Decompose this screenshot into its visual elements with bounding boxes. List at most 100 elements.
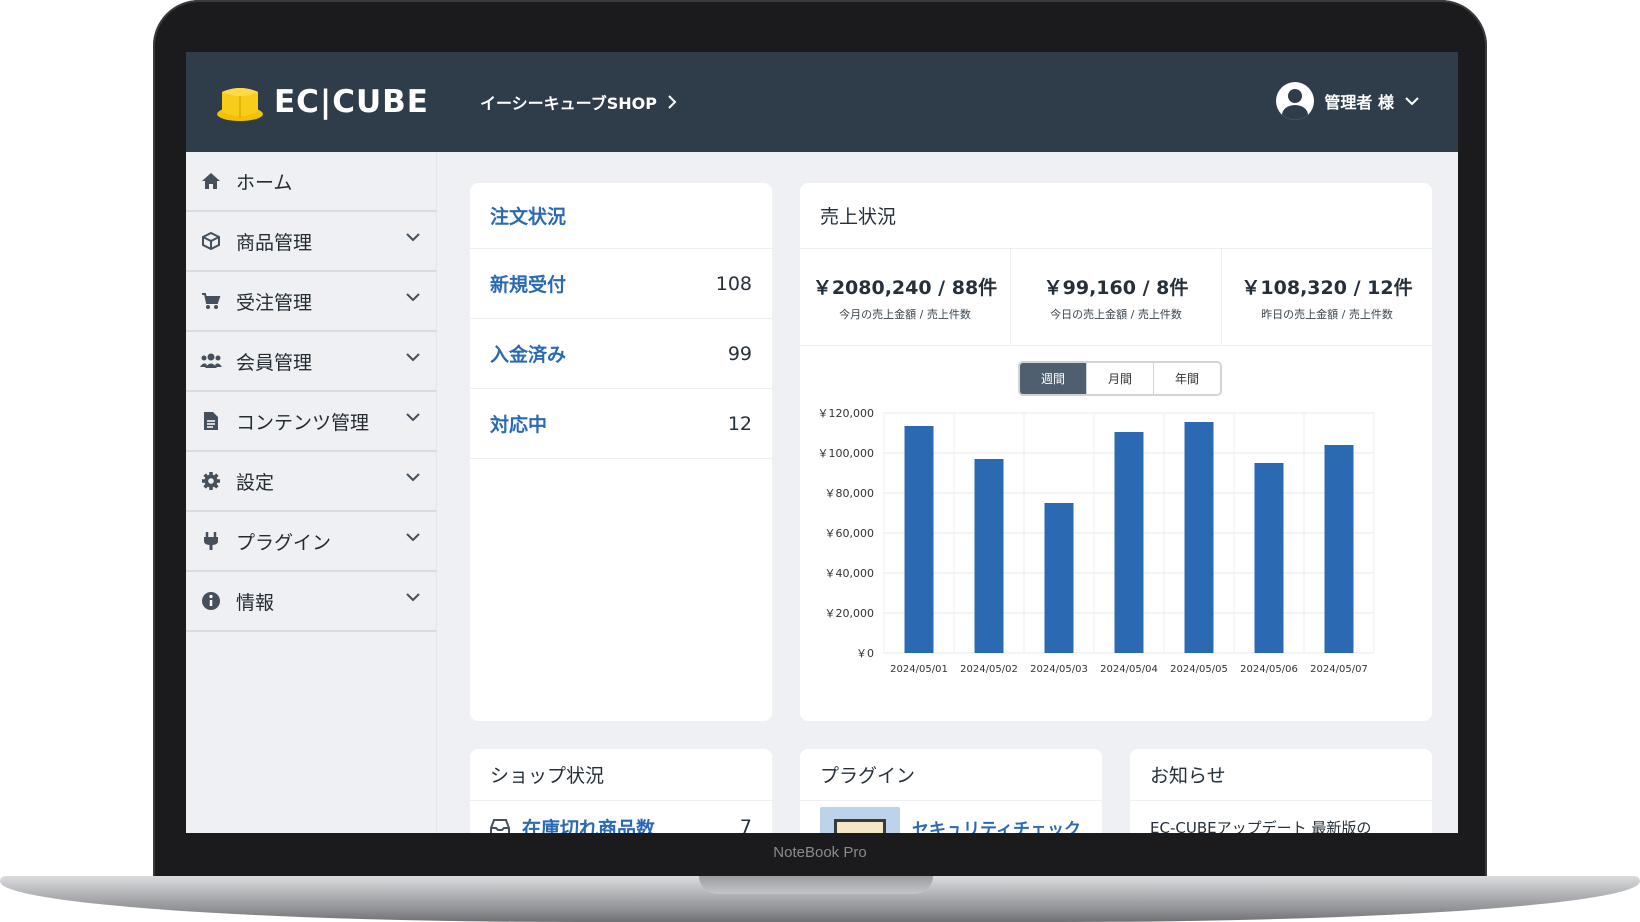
period-yearly-button[interactable]: 年間 <box>1154 363 1220 394</box>
stat-yesterday: ￥108,320 / 12件 昨日の売上金額 / 売上件数 <box>1222 249 1432 345</box>
laptop-notch <box>699 876 933 894</box>
home-icon <box>200 170 222 192</box>
top-bar: EC|CUBE イーシーキューブSHOP 管理者 様 <box>186 52 1458 152</box>
chevron-down-icon <box>1405 97 1419 106</box>
order-row-new[interactable]: 新規受付 108 <box>470 249 772 319</box>
plugins-title: プラグイン <box>800 749 1102 801</box>
chevron-down-icon <box>406 473 420 482</box>
stat-value: ￥99,160 / 8件 <box>1043 276 1189 299</box>
out-of-stock-label: 在庫切れ商品数 <box>522 817 656 834</box>
sales-card: 売上状況 ￥2080,240 / 88件 今月の売上金額 / 売上件数 ￥99,… <box>800 183 1432 721</box>
chevron-right-icon <box>668 95 677 109</box>
order-row-label: 新規受付 <box>490 274 567 296</box>
y-tick-label: ￥60,000 <box>825 527 875 540</box>
y-tick-label: ￥20,000 <box>825 607 875 620</box>
plugin-item[interactable]: セキュリティチェック <box>800 801 1102 833</box>
user-menu[interactable]: 管理者 様 <box>1276 82 1420 120</box>
order-row-count: 12 <box>727 412 752 435</box>
chevron-down-icon <box>406 233 420 242</box>
cube-hat-icon <box>217 88 263 121</box>
sidebar-item-settings[interactable]: 設定 <box>186 452 436 512</box>
y-tick-label: ￥120,000 <box>818 407 875 420</box>
device-label: NoteBook Pro <box>773 844 867 861</box>
user-name: 管理者 様 <box>1324 93 1394 112</box>
bar <box>974 459 1004 653</box>
gear-icon <box>200 470 222 492</box>
sidebar-item-orders[interactable]: 受注管理 <box>186 272 436 332</box>
chevron-down-icon <box>406 413 420 422</box>
order-row-in-progress[interactable]: 対応中 12 <box>470 389 772 459</box>
chevron-down-icon <box>406 293 420 302</box>
y-tick-label: ￥100,000 <box>818 447 875 460</box>
chevron-down-icon <box>406 533 420 542</box>
sidebar-item-products[interactable]: 商品管理 <box>186 212 436 272</box>
news-item[interactable]: EC-CUBEアップデート 最新版の <box>1130 801 1432 834</box>
sidebar-item-label: 設定 <box>236 471 275 494</box>
chevron-down-icon <box>406 353 420 362</box>
info-icon <box>200 590 222 612</box>
shop-name: イーシーキューブSHOP <box>480 94 657 113</box>
sidebar-item-label: 商品管理 <box>236 231 313 254</box>
order-row-count: 99 <box>727 342 752 365</box>
bar <box>1324 445 1354 653</box>
period-weekly-button[interactable]: 週間 <box>1020 363 1087 394</box>
sidebar-item-plugins[interactable]: プラグイン <box>186 512 436 572</box>
sidebar-item-home[interactable]: ホーム <box>186 152 436 212</box>
sales-stats: ￥2080,240 / 88件 今月の売上金額 / 売上件数 ￥99,160 /… <box>800 249 1432 346</box>
screen: EC|CUBE イーシーキューブSHOP 管理者 様 ホーム 商品管理 受注管理 <box>186 52 1458 833</box>
stat-month: ￥2080,240 / 88件 今月の売上金額 / 売上件数 <box>800 249 1011 345</box>
box-icon <box>200 230 222 252</box>
period-toggle: 週間 月間 年間 <box>1018 361 1222 396</box>
bar <box>1184 422 1214 653</box>
sidebar-item-info[interactable]: 情報 <box>186 572 436 632</box>
sidebar-item-members[interactable]: 会員管理 <box>186 332 436 392</box>
x-tick-label: 2024/05/04 <box>1100 664 1158 675</box>
news-item-text: EC-CUBEアップデート 最新版の <box>1150 818 1372 834</box>
chevron-down-icon <box>406 593 420 602</box>
x-tick-label: 2024/05/02 <box>960 664 1018 675</box>
order-row-label: 対応中 <box>490 414 548 436</box>
sales-title: 売上状況 <box>800 183 1432 249</box>
period-monthly-button[interactable]: 月間 <box>1087 363 1154 394</box>
bar <box>1114 432 1144 653</box>
users-icon <box>200 350 222 372</box>
y-tick-label: ￥40,000 <box>825 567 875 580</box>
plug-icon <box>200 530 222 552</box>
stat-today: ￥99,160 / 8件 今日の売上金額 / 売上件数 <box>1011 249 1222 345</box>
order-status-card: 注文状況 新規受付 108 入金済み 99 対応中 12 <box>470 183 772 721</box>
plugin-name: セキュリティチェック <box>912 819 1081 834</box>
sidebar-item-label: プラグイン <box>236 531 332 554</box>
order-row-count: 108 <box>715 272 752 295</box>
avatar-icon <box>1276 82 1315 120</box>
file-icon <box>200 410 222 432</box>
inbox-icon <box>490 819 510 833</box>
bar <box>1254 463 1284 653</box>
out-of-stock-count: 7 <box>739 816 752 833</box>
order-status-title: 注文状況 <box>470 183 772 249</box>
sidebar: ホーム 商品管理 受注管理 会員管理 コンテンツ管理 設定 プラグイン 情報 <box>186 152 437 833</box>
x-tick-label: 2024/05/03 <box>1030 664 1088 675</box>
order-row-paid[interactable]: 入金済み 99 <box>470 319 772 389</box>
news-card: お知らせ EC-CUBEアップデート 最新版の <box>1130 749 1432 833</box>
out-of-stock-row[interactable]: 在庫切れ商品数 7 <box>470 801 772 833</box>
plugin-thumbnail <box>820 807 900 833</box>
stat-caption: 昨日の売上金額 / 売上件数 <box>1261 307 1393 321</box>
shop-link[interactable]: イーシーキューブSHOP <box>480 90 677 114</box>
shop-status-card: ショップ状況 在庫切れ商品数 7 <box>470 749 772 833</box>
logo[interactable]: EC|CUBE <box>216 78 429 126</box>
sidebar-item-contents[interactable]: コンテンツ管理 <box>186 392 436 452</box>
sidebar-item-label: 会員管理 <box>236 351 313 374</box>
news-title: お知らせ <box>1130 749 1432 801</box>
stat-value: ￥2080,240 / 88件 <box>812 276 998 299</box>
cart-icon <box>200 290 222 312</box>
stat-caption: 今日の売上金額 / 売上件数 <box>1050 307 1182 321</box>
sidebar-item-label: コンテンツ管理 <box>236 411 370 434</box>
x-tick-label: 2024/05/01 <box>890 664 948 675</box>
shop-status-title: ショップ状況 <box>470 749 772 801</box>
sidebar-item-label: ホーム <box>236 171 293 194</box>
sidebar-item-label: 受注管理 <box>236 291 313 314</box>
sidebar-item-label: 情報 <box>236 591 275 614</box>
x-tick-label: 2024/05/07 <box>1310 664 1368 675</box>
bar <box>1044 503 1074 653</box>
sales-bar-chart: ￥0 ￥20,000 ￥40,000 ￥60,000 ￥80,000 ￥100,000 ￥1… <box>818 407 1375 675</box>
